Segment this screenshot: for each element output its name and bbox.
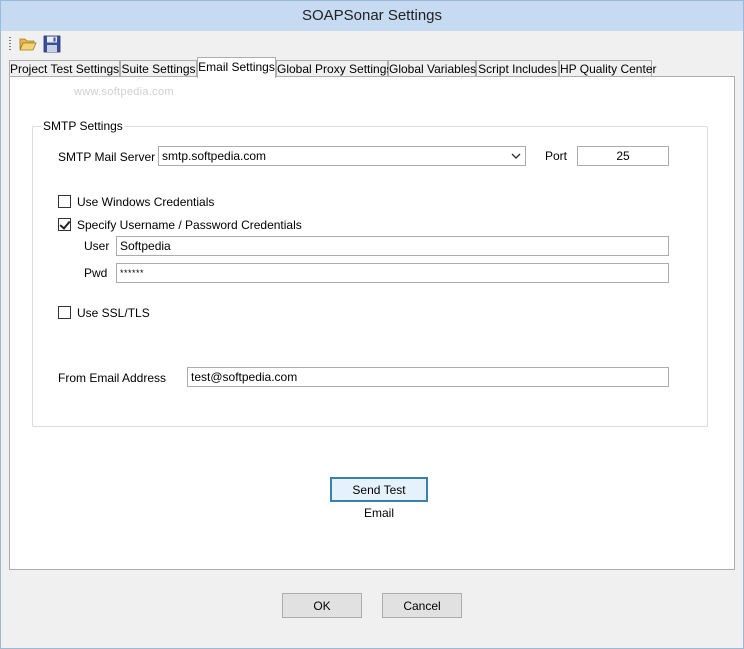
from-email-label: From Email Address [58, 371, 167, 385]
tab-script-includes[interactable]: Script Includes [476, 60, 559, 77]
port-label: Port [545, 149, 568, 163]
tab-suite-settings[interactable]: Suite Settings [120, 60, 197, 77]
window-title: SOAPSonar Settings [301, 7, 443, 24]
ok-button[interactable]: OK [282, 593, 362, 618]
tab-email-settings[interactable]: Email Settings [197, 57, 276, 78]
title-bar[interactable]: SOAPSonar Settings [1, 1, 743, 31]
settings-window: SOAPSonar Settings Project Test Settings… [0, 0, 744, 649]
chevron-down-icon[interactable] [511, 147, 521, 165]
tab-project-test-settings[interactable]: Project Test Settings [9, 60, 120, 77]
user-label: User [84, 239, 110, 253]
tab-hp-quality-center[interactable]: HP Quality Center [559, 60, 657, 77]
floppy-save-icon[interactable] [42, 34, 62, 54]
folder-open-icon[interactable] [18, 34, 38, 54]
smtp-server-value: smtp.softpedia.com [162, 149, 267, 163]
email-settings-panel: www.softpedia.com SMTP Settings SMTP Mai… [9, 76, 735, 570]
smtp-group-label: SMTP Settings [41, 119, 125, 133]
toolbar [1, 31, 743, 57]
smtp-server-label: SMTP Mail Server [58, 150, 156, 164]
cancel-button[interactable]: Cancel [382, 593, 462, 618]
port-input[interactable]: 25 [577, 146, 669, 166]
password-input[interactable]: ****** [116, 263, 669, 283]
use-windows-credentials-label[interactable]: Use Windows Credentials [77, 195, 214, 209]
use-windows-credentials-checkbox[interactable] [58, 195, 71, 208]
user-input[interactable]: Softpedia [116, 236, 669, 256]
watermark: www.softpedia.com [74, 86, 174, 98]
pwd-label: Pwd [84, 266, 108, 280]
toolbar-grip[interactable] [9, 37, 11, 51]
use-ssl-tls-label[interactable]: Use SSL/TLS [77, 306, 150, 320]
specify-credentials-label[interactable]: Specify Username / Password Credentials [77, 218, 302, 232]
specify-credentials-checkbox[interactable] [58, 218, 71, 231]
send-test-email-button[interactable]: Send Test Email [330, 477, 428, 520]
use-ssl-tls-checkbox[interactable] [58, 306, 71, 319]
from-email-input[interactable]: test@softpedia.com [187, 367, 669, 387]
tab-global-variables[interactable]: Global Variables [388, 60, 476, 77]
tab-global-proxy-settings[interactable]: Global Proxy Settings [276, 60, 392, 77]
smtp-server-combobox[interactable]: smtp.softpedia.com [158, 146, 526, 166]
